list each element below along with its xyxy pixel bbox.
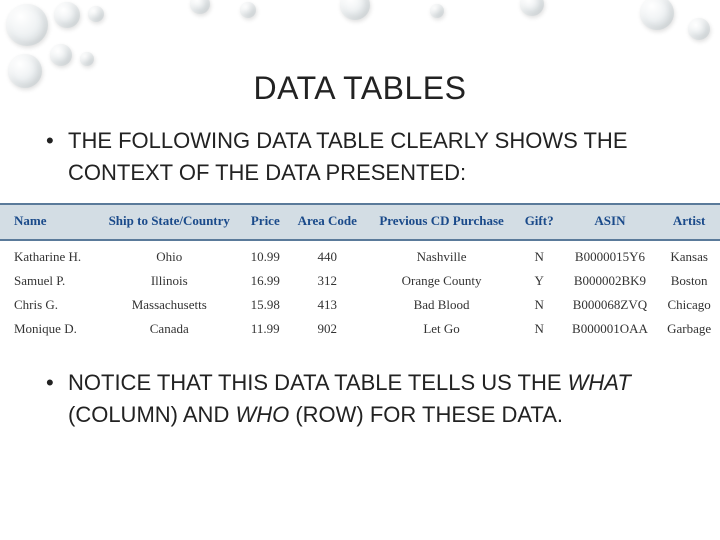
- cell-area: 312: [288, 269, 367, 293]
- cell-price: 16.99: [243, 269, 288, 293]
- cell-asin: B000001OAA: [562, 317, 659, 341]
- table-row: Samuel P. Illinois 16.99 312 Orange Coun…: [0, 269, 720, 293]
- table-row: Monique D. Canada 11.99 902 Let Go N B00…: [0, 317, 720, 341]
- cell-prev: Bad Blood: [366, 293, 516, 317]
- col-price: Price: [243, 204, 288, 240]
- bullet-notice: NOTICE THAT THIS DATA TABLE TELLS US THE…: [40, 367, 680, 431]
- cell-price: 10.99: [243, 240, 288, 269]
- notice-text-mid2: (ROW) FOR THESE DATA.: [289, 402, 563, 427]
- data-table: Name Ship to State/Country Price Area Co…: [0, 203, 720, 341]
- cell-name: Monique D.: [0, 317, 96, 341]
- col-shipto: Ship to State/Country: [96, 204, 243, 240]
- table-row: Katharine H. Ohio 10.99 440 Nashville N …: [0, 240, 720, 269]
- cell-artist: Kansas: [658, 240, 720, 269]
- notice-what: WHAT: [568, 370, 631, 395]
- cell-shipto: Illinois: [96, 269, 243, 293]
- cell-area: 440: [288, 240, 367, 269]
- cell-area: 413: [288, 293, 367, 317]
- notice-text-mid1: (COLUMN) AND: [68, 402, 235, 427]
- cell-gift: N: [517, 317, 562, 341]
- cell-price: 11.99: [243, 317, 288, 341]
- cell-name: Katharine H.: [0, 240, 96, 269]
- table-row: Chris G. Massachusetts 15.98 413 Bad Blo…: [0, 293, 720, 317]
- cell-shipto: Ohio: [96, 240, 243, 269]
- col-prev: Previous CD Purchase: [366, 204, 516, 240]
- cell-name: Samuel P.: [0, 269, 96, 293]
- notice-text-pre: NOTICE THAT THIS DATA TABLE TELLS US THE: [68, 370, 568, 395]
- cell-prev: Orange County: [366, 269, 516, 293]
- cell-price: 15.98: [243, 293, 288, 317]
- col-gift: Gift?: [517, 204, 562, 240]
- cell-artist: Garbage: [658, 317, 720, 341]
- cell-asin: B000068ZVQ: [562, 293, 659, 317]
- cell-gift: N: [517, 293, 562, 317]
- cell-gift: Y: [517, 269, 562, 293]
- table-header-row: Name Ship to State/Country Price Area Co…: [0, 204, 720, 240]
- col-asin: ASIN: [562, 204, 659, 240]
- slide-title: DATA TABLES: [40, 70, 680, 107]
- cell-name: Chris G.: [0, 293, 96, 317]
- cell-area: 902: [288, 317, 367, 341]
- cell-prev: Let Go: [366, 317, 516, 341]
- cell-artist: Chicago: [658, 293, 720, 317]
- cell-asin: B0000015Y6: [562, 240, 659, 269]
- col-artist: Artist: [658, 204, 720, 240]
- data-table-container: Name Ship to State/Country Price Area Co…: [0, 203, 720, 341]
- cell-shipto: Massachusetts: [96, 293, 243, 317]
- cell-gift: N: [517, 240, 562, 269]
- bullet-intro: THE FOLLOWING DATA TABLE CLEARLY SHOWS T…: [40, 125, 680, 189]
- notice-who: WHO: [235, 402, 289, 427]
- cell-artist: Boston: [658, 269, 720, 293]
- cell-shipto: Canada: [96, 317, 243, 341]
- col-name: Name: [0, 204, 96, 240]
- col-area: Area Code: [288, 204, 367, 240]
- cell-prev: Nashville: [366, 240, 516, 269]
- cell-asin: B000002BK9: [562, 269, 659, 293]
